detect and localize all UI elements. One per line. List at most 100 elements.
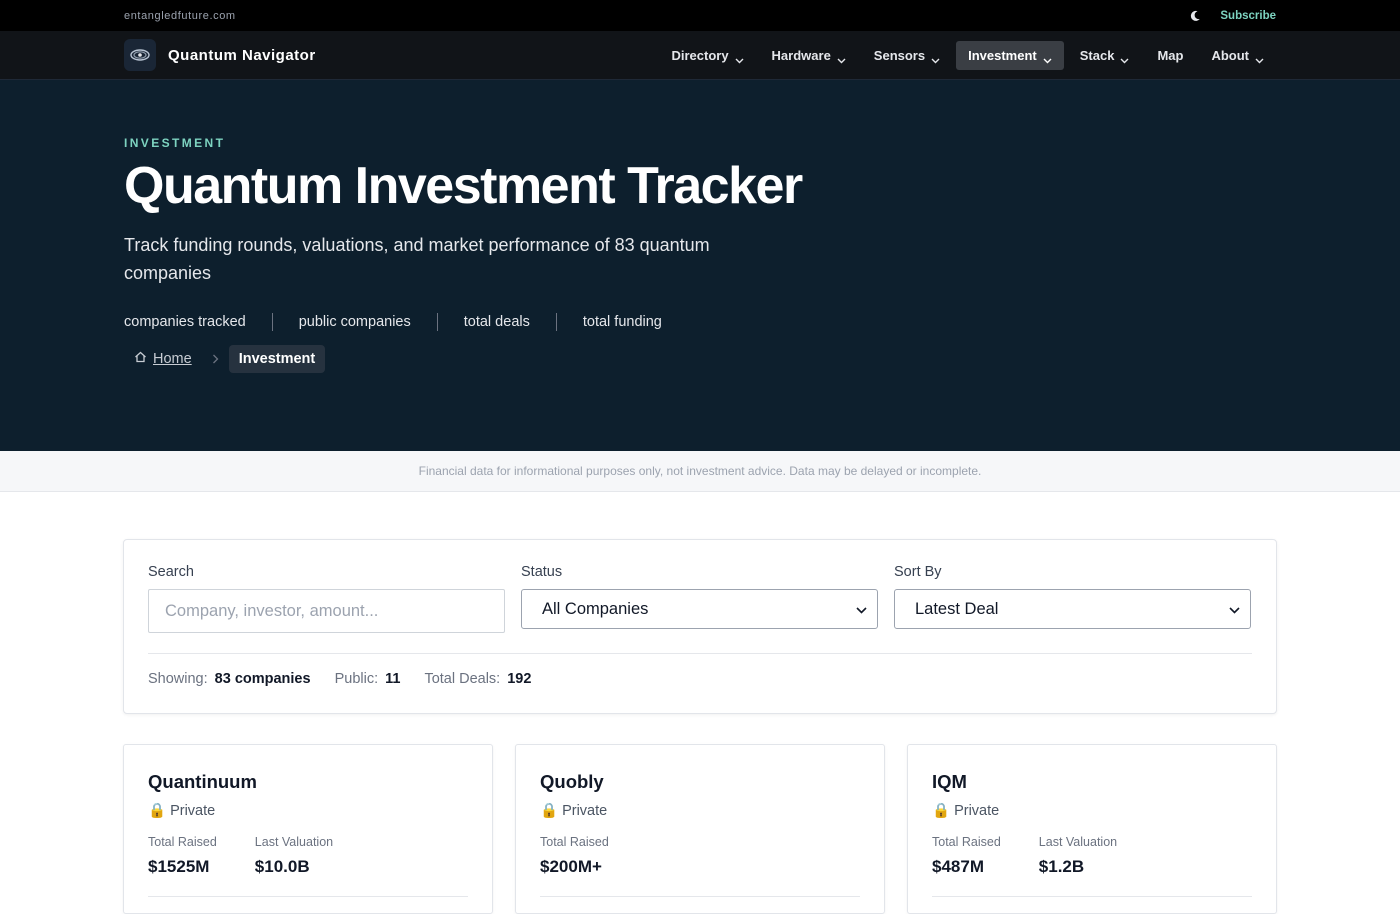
disclaimer-banner: Financial data for informational purpose… (0, 451, 1400, 492)
company-name: IQM (932, 771, 967, 792)
main-nav: Quantum Navigator Directory Hardware Sen… (0, 31, 1400, 80)
total-raised-value: $487M (932, 857, 984, 876)
subscribe-link[interactable]: Subscribe (1220, 10, 1276, 22)
chevron-down-icon (931, 52, 940, 64)
company-status: 🔒 Private (932, 802, 1252, 820)
sort-field: Sort By Latest Deal (894, 564, 1251, 633)
page-title: Quantum Investment Tracker (124, 157, 803, 215)
company-status: 🔒 Private (148, 802, 468, 820)
card-divider (148, 896, 468, 897)
status-label: Status (521, 564, 563, 580)
nav-item-label: Investment (968, 47, 1037, 63)
chevron-down-icon (1229, 600, 1240, 619)
showing-value: 83 companies (214, 671, 311, 687)
atom-logo-icon (124, 39, 156, 71)
total-raised-value: $200M+ (540, 857, 602, 876)
lock-icon: 🔒 (540, 803, 559, 819)
home-icon (134, 351, 147, 367)
chevron-down-icon (856, 600, 867, 619)
company-status-label: Private (170, 802, 216, 819)
search-field: Search Company, investor, amount... (148, 564, 505, 633)
total-raised: Total Raised $1525M (148, 835, 217, 877)
stat-companies-tracked: companies tracked (124, 314, 246, 331)
chevron-down-icon (1255, 52, 1264, 64)
total-raised: Total Raised $200M+ (540, 835, 609, 877)
stat-public-companies: public companies (298, 314, 411, 331)
filter-panel: Search Company, investor, amount... Stat… (123, 539, 1277, 714)
company-card[interactable]: IQM 🔒 Private Total Raised $487M Last Va… (907, 744, 1277, 914)
nav-item-label: Stack (1079, 47, 1115, 63)
stat-divider (271, 313, 273, 332)
card-divider (540, 896, 860, 897)
nav-item-map[interactable]: Map (1145, 41, 1195, 70)
total-raised: Total Raised $487M (932, 835, 1001, 877)
last-valuation-label: Last Valuation (1038, 835, 1118, 849)
panel-divider (148, 653, 1252, 654)
lock-icon: 🔒 (148, 803, 167, 819)
nav-item-stack[interactable]: Stack (1068, 41, 1142, 70)
card-divider (932, 896, 1252, 897)
brand[interactable]: Quantum Navigator (124, 39, 316, 71)
status-select[interactable]: All Companies (521, 589, 878, 629)
search-label: Search (148, 564, 194, 580)
hero-section: INVESTMENT Quantum Investment Tracker Tr… (0, 80, 1400, 451)
total-raised-label: Total Raised (932, 835, 1001, 849)
nav-item-directory[interactable]: Directory (659, 41, 755, 70)
nav-item-label: Map (1157, 47, 1184, 63)
nav-item-label: Sensors (873, 47, 926, 63)
nav-menu: Directory Hardware Sensors Investment St… (659, 40, 1276, 70)
chevron-down-icon (1043, 52, 1052, 64)
top-bar: entangledfuture.com Subscribe (0, 0, 1400, 31)
public-label: Public: (334, 671, 379, 687)
last-valuation-label: Last Valuation (254, 835, 334, 849)
nav-item-investment[interactable]: Investment (956, 40, 1064, 70)
total-raised-value: $1525M (148, 857, 210, 876)
stat-total-deals: total deals (463, 314, 530, 331)
nav-item-label: About (1211, 47, 1249, 63)
lock-icon: 🔒 (932, 803, 951, 819)
nav-item-sensors[interactable]: Sensors (862, 41, 952, 70)
company-status: 🔒 Private (540, 802, 860, 820)
stat-divider (436, 313, 438, 332)
company-status-label: Private (562, 802, 608, 819)
breadcrumb-current: Investment (228, 345, 326, 374)
section-eyebrow: INVESTMENT (124, 136, 226, 150)
nav-item-hardware[interactable]: Hardware (760, 41, 858, 70)
moon-icon[interactable] (1188, 9, 1202, 23)
chevron-right-icon (212, 351, 219, 367)
brand-name: Quantum Navigator (168, 46, 316, 64)
results-summary: Showing: 83 companies Public: 11 Total Dea… (148, 671, 1252, 687)
company-card[interactable]: Quobly 🔒 Private Total Raised $200M+ (515, 744, 885, 914)
chevron-down-icon (735, 52, 744, 64)
breadcrumb: Home Investment (124, 345, 1276, 374)
company-name: Quantinuum (148, 771, 257, 792)
last-valuation: Last Valuation $1.2B (1039, 835, 1117, 877)
sort-select[interactable]: Latest Deal (894, 589, 1251, 629)
breadcrumb-home[interactable]: Home (124, 351, 202, 367)
showing-label: Showing: (148, 671, 208, 687)
total-raised-label: Total Raised (540, 835, 609, 849)
breadcrumb-home-label: Home (153, 351, 192, 368)
stat-divider (555, 313, 557, 332)
public-value: 11 (385, 671, 401, 687)
stat-total-funding: total funding (582, 314, 662, 331)
last-valuation-value: $10.0B (254, 857, 310, 876)
chevron-down-icon (837, 52, 846, 64)
nav-item-about[interactable]: About (1199, 41, 1276, 70)
status-select-value: All Companies (542, 599, 649, 618)
deals-label: Total Deals: (424, 671, 501, 687)
page-subtitle: Track funding rounds, valuations, and ma… (124, 235, 710, 284)
hero-stats: companies tracked public companies total… (124, 313, 1276, 332)
site-domain: entangledfuture.com (124, 9, 236, 22)
search-input[interactable]: Company, investor, amount... (148, 589, 505, 633)
company-card[interactable]: Quantinuum 🔒 Private Total Raised $1525M… (123, 744, 493, 914)
company-name: Quobly (540, 771, 604, 792)
total-raised-label: Total Raised (148, 835, 217, 849)
deals-value: 192 (507, 671, 532, 687)
nav-item-label: Hardware (771, 47, 831, 63)
last-valuation: Last Valuation $10.0B (255, 835, 333, 877)
company-status-label: Private (954, 802, 1000, 819)
sort-label: Sort By (894, 564, 942, 580)
status-field: Status All Companies (521, 564, 878, 633)
chevron-down-icon (1120, 52, 1129, 64)
